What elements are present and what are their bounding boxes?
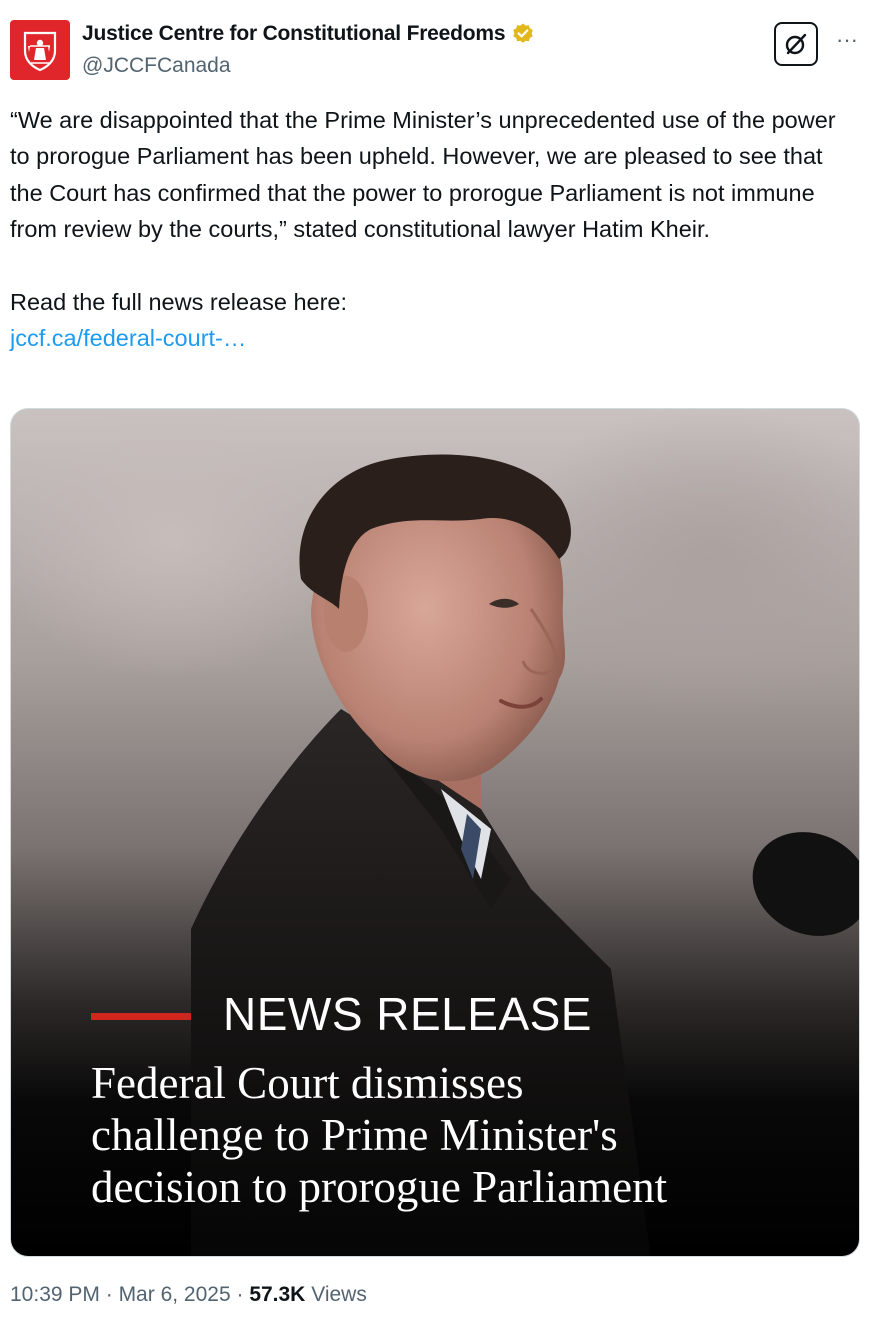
post-date[interactable]: Mar 6, 2025	[119, 1283, 231, 1306]
views-label: Views	[305, 1283, 367, 1306]
author-name[interactable]: Justice Centre for Constitutional Freedo…	[82, 22, 535, 46]
headline-line: Federal Court dismisses	[91, 1058, 524, 1108]
more-options-button[interactable]: ···	[832, 28, 862, 52]
tweet-paragraph: Read the full news release here:	[10, 288, 348, 315]
news-release-accent-bar	[91, 1013, 191, 1020]
meta-separator: ·	[230, 1283, 250, 1306]
post-time[interactable]: 10:39 PM	[10, 1283, 100, 1306]
author-name-text[interactable]: Justice Centre for Constitutional Freedo…	[82, 22, 506, 46]
verified-badge-icon[interactable]	[511, 22, 535, 46]
news-release-label: NEWS RELEASE	[223, 988, 592, 1040]
tweet-meta: 10:39 PM · Mar 6, 2025 · 57.3K Views	[10, 1283, 367, 1307]
more-options-icon: ···	[836, 27, 858, 52]
news-release-link[interactable]: jccf.ca/federal-court-…	[10, 325, 246, 351]
headline-line: challenge to Prime Minister's	[91, 1110, 618, 1160]
media-image[interactable]: NEWS RELEASE Federal Court dismisses cha…	[10, 408, 860, 1257]
media-headline: Federal Court dismisses challenge to Pri…	[91, 1057, 851, 1213]
grok-icon	[785, 33, 807, 55]
views-count[interactable]: 57.3K	[249, 1283, 305, 1306]
tweet-text: “We are disappointed that the Prime Mini…	[10, 102, 860, 356]
headline-line: decision to prorogue Parliament	[91, 1162, 668, 1212]
meta-separator: ·	[99, 1283, 119, 1306]
avatar[interactable]	[10, 20, 70, 80]
grok-button[interactable]	[774, 22, 818, 66]
author-handle[interactable]: @JCCFCanada	[82, 54, 231, 78]
jccf-logo-icon	[23, 31, 57, 72]
tweet-paragraph: “We are disappointed that the Prime Mini…	[10, 107, 836, 243]
tweet: Justice Centre for Constitutional Freedo…	[0, 0, 870, 1320]
